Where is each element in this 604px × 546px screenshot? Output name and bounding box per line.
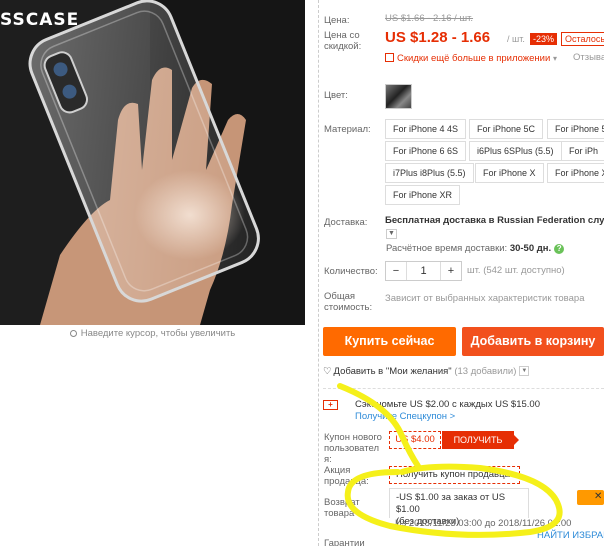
app-promo-link[interactable]: Скидки ещё больше в приложении ▾ xyxy=(385,52,557,64)
discount-badge: -23% xyxy=(530,33,558,45)
add-to-cart-button[interactable]: Добавить в корзину xyxy=(462,327,604,356)
delivery-time: Расчётное время доставки: 30-50 дн.? xyxy=(386,243,565,254)
material-option[interactable]: For iPhone X xyxy=(547,163,604,183)
buy-now-button[interactable]: Купить сейчас xyxy=(323,327,456,356)
coupon-icon: + xyxy=(323,400,338,410)
material-option[interactable]: For iPhone X xyxy=(475,163,544,183)
chevron-down-icon[interactable]: ▼ xyxy=(519,366,530,377)
close-icon[interactable]: ✕ xyxy=(594,491,602,502)
material-option[interactable]: For iPhone 4 4S xyxy=(385,119,467,139)
coupon-dates: Из 2018/11/23 03:00 до 2018/11/26 01:00 xyxy=(395,518,572,529)
qr-code-icon xyxy=(385,53,394,62)
material-option[interactable]: For iPhone 6 6S xyxy=(385,141,467,161)
shipping-text: Бесплатная доставка в Russian Federation… xyxy=(385,215,604,226)
quantity-input[interactable]: 1 xyxy=(406,262,441,280)
old-price: US $1.66 - 2.16 / шт. xyxy=(385,13,474,24)
color-label: Цвет: xyxy=(324,90,348,101)
price-label: Цена: xyxy=(324,15,350,26)
total-text: Зависит от выбранных характеристик товар… xyxy=(385,293,585,304)
material-label: Материал: xyxy=(324,124,371,135)
remaining-badge: Осталось xyxy=(561,32,604,46)
material-option[interactable]: i7Plus i8Plus (5.5) xyxy=(385,163,474,183)
coupon-value: US $4.00 xyxy=(389,431,441,449)
save-text: Сэкономьте US $2.00 с каждых US $15.00 xyxy=(355,399,540,410)
divider xyxy=(318,0,319,546)
shipping-label: Доставка: xyxy=(324,217,368,228)
seller-coupon-dropdown[interactable]: Получить купон продавца ▼ xyxy=(389,466,520,484)
stock-text: шт. (542 шт. доступно) xyxy=(467,265,565,276)
returns-label: Возврат товара xyxy=(324,497,360,519)
section-divider xyxy=(323,388,604,389)
seller-coupon-card: -US $1.00 за заказ от US $1.00 (без дост… xyxy=(389,488,529,527)
heart-icon: ♡ xyxy=(323,366,332,377)
material-option[interactable]: For iPhone XR xyxy=(385,185,461,205)
product-photo-illustration xyxy=(0,0,305,325)
price-unit: / шт. xyxy=(507,34,525,44)
chevron-down-icon[interactable]: ▼ xyxy=(386,229,397,239)
material-option[interactable]: For iPh xyxy=(561,141,604,161)
magnifier-icon xyxy=(69,330,77,337)
special-coupon-link[interactable]: Получите Спецкупон > xyxy=(355,411,455,422)
material-option[interactable]: For iPhone 5C xyxy=(469,119,544,139)
material-option[interactable]: i6Plus 6SPlus (5.5) xyxy=(469,141,562,161)
brand-logo: SSCASE xyxy=(0,10,80,30)
color-swatch[interactable] xyxy=(385,84,412,109)
find-favorites-link[interactable]: НАЙТИ ИЗБРАН xyxy=(537,530,604,541)
reviews-link[interactable]: Отзыва xyxy=(573,52,604,63)
total-label: Общая стоимость: xyxy=(324,291,373,313)
zoom-hint: Наведите курсор, чтобы увеличить xyxy=(0,328,305,339)
discount-price-label: Цена со скидкой: xyxy=(324,30,362,52)
seller-promo-label: Акция продавца: xyxy=(324,465,369,487)
guarantees-label: Гарантии xyxy=(324,538,365,546)
help-icon[interactable]: ? xyxy=(554,244,565,254)
get-coupon-button[interactable]: ПОЛУЧИТЬ xyxy=(442,431,519,449)
product-image[interactable]: SSCASE xyxy=(0,0,305,325)
material-option[interactable]: For iPhone 5 xyxy=(547,119,604,139)
chevron-down-icon: ▾ xyxy=(552,54,557,63)
quantity-stepper[interactable]: − 1 + xyxy=(385,261,462,281)
new-user-coupon-label: Купон нового пользовател я: xyxy=(324,432,382,465)
quantity-minus-button[interactable]: − xyxy=(386,262,406,280)
wishlist-link[interactable]: ♡ Добавить в "Мои желания" (13 добавили) ▼ xyxy=(323,366,530,377)
chevron-down-icon: ▼ xyxy=(507,471,514,478)
current-price: US $1.28 - 1.66 xyxy=(385,29,491,46)
quantity-plus-button[interactable]: + xyxy=(441,262,461,280)
quantity-label: Количество: xyxy=(324,266,378,277)
